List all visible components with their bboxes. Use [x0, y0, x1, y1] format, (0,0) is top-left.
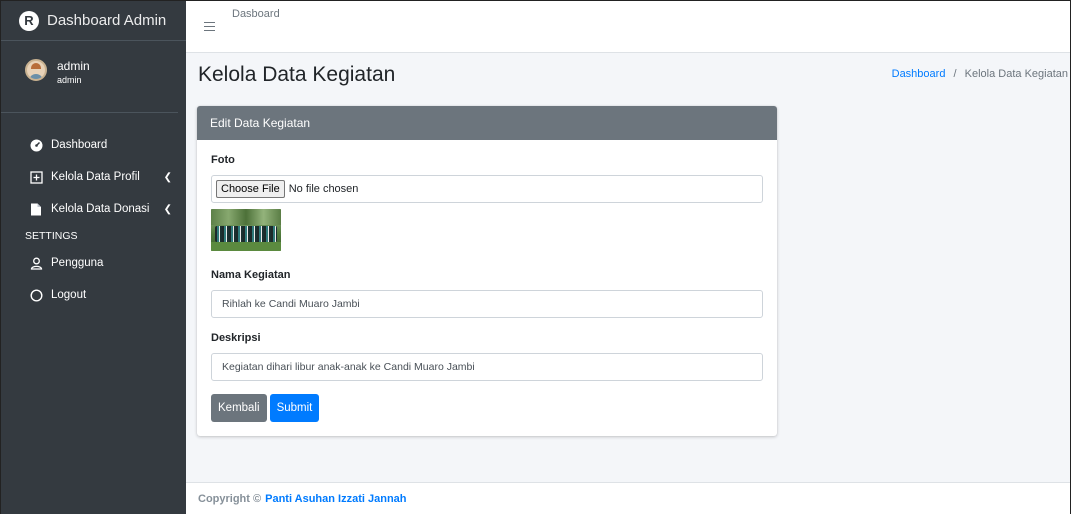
edit-card: Edit Data Kegiatan Foto Choose File No f… [197, 106, 777, 436]
sidebar-item-kelola-data-profil[interactable]: Kelola Data Profil ❮ [1, 161, 186, 193]
breadcrumb-separator: / [953, 68, 957, 80]
sidebar-item-label: Kelola Data Profil [51, 171, 140, 183]
user-icon [29, 256, 43, 270]
foto-label: Foto [211, 154, 235, 166]
file-status: No file chosen [288, 183, 359, 195]
choose-file-button[interactable]: Choose File [216, 180, 285, 198]
sidebar-item-label: Pengguna [51, 257, 104, 269]
sidebar-item-label: Logout [51, 289, 87, 301]
activity-photo [211, 209, 281, 251]
deskripsi-input[interactable]: Kegiatan dihari libur anak-anak ke Candi… [211, 353, 763, 381]
sidebar-item-kelola-data-donasi[interactable]: Kelola Data Donasi ❮ [1, 193, 186, 225]
sidebar: R Dashboard Admin admin admin Dashboard … [1, 1, 186, 514]
deskripsi-label: Deskripsi [211, 332, 261, 344]
hamburger-menu-icon[interactable] [204, 21, 216, 32]
sidebar-item-logout[interactable]: Logout [1, 279, 186, 311]
footer-link[interactable]: Panti Asuhan Izzati Jannah [265, 493, 406, 505]
user-panel[interactable]: admin admin [1, 41, 178, 113]
chevron-left-icon[interactable]: ❮ [164, 172, 172, 183]
user-name: admin [57, 59, 90, 73]
kembali-button[interactable]: Kembali [211, 394, 267, 422]
footer: Copyright © Panti Asuhan Izzati Jannah [186, 482, 1070, 514]
user-role: admin [57, 75, 82, 85]
nama-kegiatan-input[interactable]: Rihlah ke Candi Muaro Jambi [211, 290, 763, 318]
settings-header: SETTINGS [25, 230, 78, 242]
page-title: Kelola Data Kegiatan [198, 63, 396, 86]
footer-copyright: Copyright © [198, 493, 262, 505]
plus-square-icon [29, 170, 43, 184]
chevron-left-icon[interactable]: ❮ [164, 204, 172, 215]
card-header: Edit Data Kegiatan [197, 106, 777, 140]
file-icon [29, 202, 43, 216]
avatar [25, 59, 47, 81]
breadcrumb-current: Kelola Data Kegiatan [964, 68, 1068, 80]
top-nav-dashboard-link[interactable]: Dasboard [232, 8, 280, 20]
dashboard-icon [29, 138, 43, 152]
sidebar-item-pengguna[interactable]: Pengguna [1, 247, 186, 279]
nama-kegiatan-label: Nama Kegiatan [211, 269, 291, 281]
sidebar-item-label: Dashboard [51, 139, 108, 151]
submit-button[interactable]: Submit [269, 394, 320, 422]
breadcrumb: Dashboard / Kelola Data Kegiatan [892, 68, 1068, 80]
top-navbar: Dasboard [186, 1, 1070, 53]
brand-link[interactable]: R Dashboard Admin [1, 1, 186, 41]
foto-file-input[interactable]: Choose File No file chosen [211, 175, 763, 203]
sidebar-nav: Dashboard Kelola Data Profil ❮ Kelola Da… [1, 113, 186, 311]
circle-icon [29, 288, 43, 302]
breadcrumb-home-link[interactable]: Dashboard [892, 68, 946, 80]
sidebar-item-dashboard[interactable]: Dashboard [1, 129, 186, 161]
brand-title: Dashboard Admin [47, 12, 167, 29]
sidebar-item-label: Kelola Data Donasi [51, 203, 150, 215]
brand-logo-icon: R [19, 10, 39, 31]
